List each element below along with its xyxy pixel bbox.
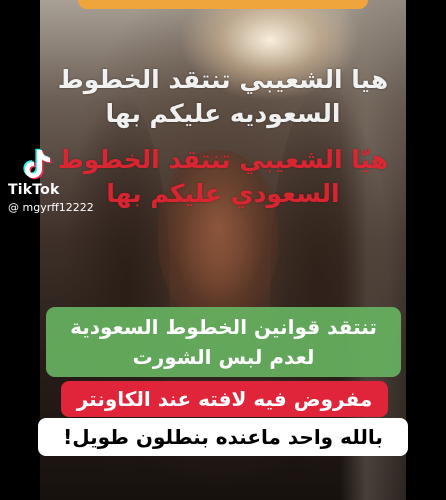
face (158, 150, 278, 320)
top-banner-strip (78, 0, 368, 9)
caption-red: مفروض فيه لافته عند الكاونتر (61, 381, 388, 417)
video-frame: هيا الشعيبي تنتقد الخطوط السعوديه عليكم … (0, 0, 446, 500)
caption-green-line-2: لعدم لبس الشورت (132, 345, 315, 369)
overlay-text-white-1: هيا الشعيبي تنتقد الخطوط (57, 65, 389, 94)
caption-white: بالله واحد ماعنده بنطلون طويل! (38, 418, 408, 456)
caption-green-line-1: تنتقد قوانين الخطوط السعودية (70, 315, 377, 339)
tiktok-username: @ mgyrff12222 (8, 201, 94, 214)
caption-green: تنتقد قوانين الخطوط السعودية لعدم لبس ال… (46, 307, 401, 377)
overlay-text-white-2: السعوديه عليكم بها (105, 99, 341, 128)
tiktok-logo-icon (23, 148, 53, 180)
tiktok-brand-text: TikTok (8, 182, 60, 198)
tiktok-watermark: TikTok @ mgyrff12222 (6, 148, 126, 218)
